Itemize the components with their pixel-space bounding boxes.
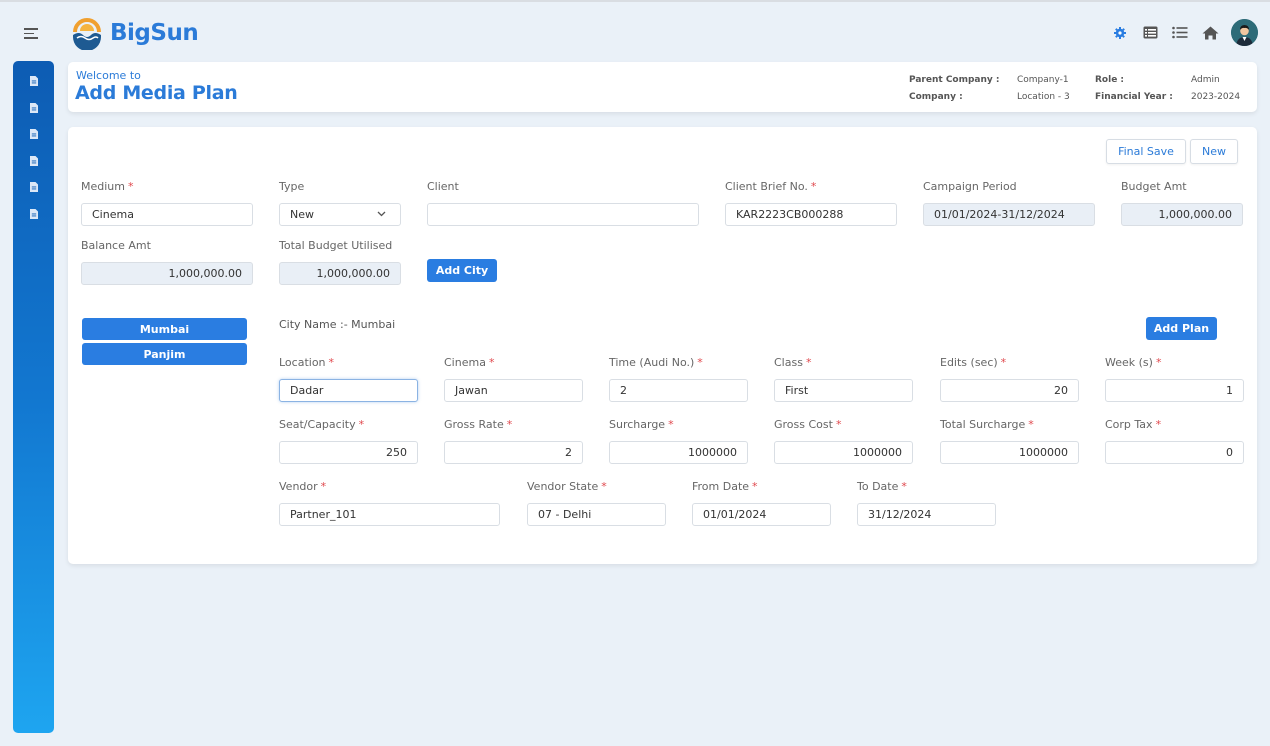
weeks-input[interactable]: 1 bbox=[1105, 379, 1244, 402]
medium-input[interactable]: Cinema bbox=[81, 203, 253, 226]
time-audi-input[interactable]: 2 bbox=[609, 379, 748, 402]
page-title: Add Media Plan bbox=[75, 82, 238, 104]
role-info-labels: Role : Financial Year : bbox=[1095, 72, 1173, 106]
company-value: Location - 3 bbox=[1017, 92, 1070, 102]
media-plan-form: Final Save New Medium * Cinema Type New C… bbox=[68, 127, 1257, 564]
add-plan-button[interactable]: Add Plan bbox=[1146, 317, 1217, 340]
type-select-value: New bbox=[290, 208, 314, 221]
total-surcharge-label: Total Surcharge * bbox=[940, 418, 1034, 431]
home-icon[interactable] bbox=[1201, 24, 1219, 42]
surcharge-label: Surcharge * bbox=[609, 418, 674, 431]
time-audi-label: Time (Audi No.) * bbox=[609, 356, 703, 369]
cinema-label: Cinema * bbox=[444, 356, 495, 369]
company-info-labels: Parent Company : Company : bbox=[909, 72, 1000, 106]
final-save-button[interactable]: Final Save bbox=[1106, 139, 1186, 164]
selected-city-name: City Name :- Mumbai bbox=[279, 318, 396, 331]
document-icon bbox=[29, 102, 38, 113]
add-city-button[interactable]: Add City bbox=[427, 259, 497, 282]
hamburger-menu-icon[interactable] bbox=[24, 28, 38, 40]
campaign-period-label: Campaign Period bbox=[923, 180, 1017, 193]
to-date-input[interactable]: 31/12/2024 bbox=[857, 503, 996, 526]
client-label: Client bbox=[427, 180, 459, 193]
vendor-state-input[interactable]: 07 - Delhi bbox=[527, 503, 666, 526]
corp-tax-label: Corp Tax * bbox=[1105, 418, 1162, 431]
gross-rate-label: Gross Rate * bbox=[444, 418, 513, 431]
to-date-label: To Date * bbox=[857, 480, 907, 493]
gross-cost-input[interactable]: 1000000 bbox=[774, 441, 913, 464]
from-date-input[interactable]: 01/01/2024 bbox=[692, 503, 831, 526]
company-info-values: Company-1 Location - 3 bbox=[1017, 72, 1070, 106]
document-icon bbox=[29, 76, 38, 87]
list-icon[interactable] bbox=[1171, 24, 1189, 42]
parent-company-label: Parent Company : bbox=[909, 75, 1000, 85]
new-button[interactable]: New bbox=[1190, 139, 1238, 164]
gross-rate-input[interactable]: 2 bbox=[444, 441, 583, 464]
document-icon bbox=[29, 208, 38, 219]
top-icon-bar bbox=[1111, 19, 1258, 46]
class-input[interactable]: First bbox=[774, 379, 913, 402]
company-label: Company : bbox=[909, 92, 963, 102]
brand-logo[interactable]: BigSun bbox=[70, 16, 199, 50]
role-value: Admin bbox=[1191, 75, 1220, 85]
vendor-input[interactable]: Partner_101 bbox=[279, 503, 500, 526]
role-label: Role : bbox=[1095, 75, 1125, 85]
location-label: Location * bbox=[279, 356, 335, 369]
client-brief-no-label: Client Brief No. * bbox=[725, 180, 817, 193]
client-brief-no-input[interactable]: KAR2223CB000288 bbox=[725, 203, 897, 226]
top-bar: BigSun bbox=[0, 2, 1270, 60]
type-label: Type bbox=[279, 180, 305, 193]
sidebar-item-2[interactable] bbox=[13, 95, 54, 122]
budget-amt-label: Budget Amt bbox=[1121, 180, 1187, 193]
city-tab-panjim[interactable]: Panjim bbox=[82, 343, 247, 365]
weeks-label: Week (s) * bbox=[1105, 356, 1162, 369]
total-budget-utilised-label: Total Budget Utilised bbox=[279, 239, 393, 252]
parent-company-value: Company-1 bbox=[1017, 75, 1069, 85]
seat-capacity-input[interactable]: 250 bbox=[279, 441, 418, 464]
brand-name: BigSun bbox=[110, 20, 199, 46]
role-info-values: Admin 2023-2024 bbox=[1191, 72, 1240, 106]
sun-logo-icon bbox=[73, 18, 101, 50]
vendor-state-label: Vendor State * bbox=[527, 480, 607, 493]
sidebar bbox=[13, 61, 54, 733]
edits-label: Edits (sec) * bbox=[940, 356, 1007, 369]
document-icon bbox=[29, 129, 38, 140]
city-tab-mumbai[interactable]: Mumbai bbox=[82, 318, 247, 340]
user-avatar[interactable] bbox=[1231, 19, 1258, 46]
cinema-input[interactable]: Jawan bbox=[444, 379, 583, 402]
chevron-down-icon bbox=[377, 211, 386, 217]
sidebar-item-6[interactable] bbox=[13, 201, 54, 228]
sidebar-item-4[interactable] bbox=[13, 148, 54, 175]
sidebar-item-5[interactable] bbox=[13, 174, 54, 201]
vendor-label: Vendor * bbox=[279, 480, 327, 493]
edits-input[interactable]: 20 bbox=[940, 379, 1079, 402]
class-label: Class * bbox=[774, 356, 812, 369]
corp-tax-input[interactable]: 0 bbox=[1105, 441, 1244, 464]
document-icon bbox=[29, 182, 38, 193]
gear-icon[interactable] bbox=[1111, 24, 1129, 42]
gross-cost-label: Gross Cost * bbox=[774, 418, 842, 431]
medium-label: Medium * bbox=[81, 180, 134, 193]
document-icon bbox=[29, 155, 38, 166]
campaign-period-input[interactable]: 01/01/2024-31/12/2024 bbox=[923, 203, 1095, 226]
type-select[interactable]: New bbox=[279, 203, 401, 226]
location-input[interactable]: Dadar bbox=[279, 379, 418, 402]
seat-capacity-label: Seat/Capacity * bbox=[279, 418, 365, 431]
financial-year-value: 2023-2024 bbox=[1191, 92, 1241, 102]
client-input[interactable] bbox=[427, 203, 699, 226]
budget-amt-input[interactable]: 1,000,000.00 bbox=[1121, 203, 1243, 226]
total-surcharge-input[interactable]: 1000000 bbox=[940, 441, 1079, 464]
balance-amt-input[interactable]: 1,000,000.00 bbox=[81, 262, 253, 285]
sidebar-item-3[interactable] bbox=[13, 121, 54, 148]
surcharge-input[interactable]: 1000000 bbox=[609, 441, 748, 464]
welcome-text: Welcome to bbox=[76, 69, 141, 82]
sidebar-item-1[interactable] bbox=[13, 68, 54, 95]
table-icon[interactable] bbox=[1141, 24, 1159, 42]
balance-amt-label: Balance Amt bbox=[81, 239, 151, 252]
from-date-label: From Date * bbox=[692, 480, 758, 493]
financial-year-label: Financial Year : bbox=[1095, 92, 1173, 102]
total-budget-utilised-input[interactable]: 1,000,000.00 bbox=[279, 262, 401, 285]
page-header: Welcome to Add Media Plan Parent Company… bbox=[68, 62, 1257, 112]
